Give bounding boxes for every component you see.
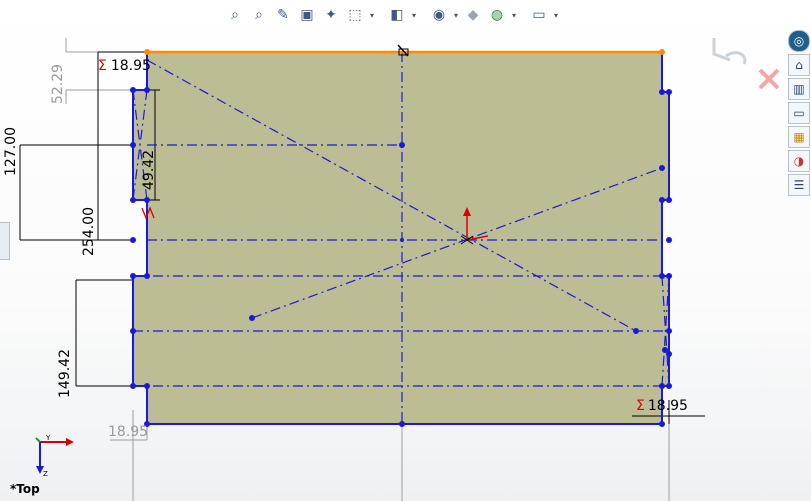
graphics-area[interactable]: Σ 18.95 52.29 127.00 49.42 254.00 149.42 … bbox=[0, 0, 811, 501]
confirmation-corner bbox=[708, 34, 784, 94]
dimension-14942[interactable]: 149.42 bbox=[57, 349, 73, 398]
view-palette-icon[interactable]: ▦ bbox=[788, 126, 810, 148]
chevron-down-icon[interactable]: ▾ bbox=[452, 11, 460, 20]
triad-y-label: Y bbox=[45, 434, 51, 442]
dimension-127[interactable]: 127.00 bbox=[3, 127, 19, 176]
design-library-icon[interactable]: ▥ bbox=[788, 78, 810, 100]
sigma-icon: Σ bbox=[98, 58, 107, 74]
chevron-down-icon[interactable]: ▾ bbox=[552, 11, 560, 20]
edit-appearance-icon[interactable]: ◆ bbox=[462, 4, 484, 26]
dimension-value[interactable]: 18.95 bbox=[111, 58, 151, 74]
dimension-width-top[interactable]: Σ 18.95 bbox=[98, 58, 151, 74]
solidworks-resources-icon[interactable]: ◎ bbox=[788, 30, 810, 52]
triad-z-label: Z bbox=[43, 470, 48, 478]
display-style-icon[interactable]: ◧ bbox=[386, 4, 408, 26]
chevron-down-icon[interactable]: ▾ bbox=[368, 11, 376, 20]
heads-up-view-toolbar: ⌕ ⌕ ✎ ▣ ✦ ⬚ ▾ ◧ ▾ ◉ ▾ ◆ ◍ ▾ ▭ ▾ bbox=[224, 2, 584, 28]
view-settings-icon[interactable]: ▭ bbox=[528, 4, 550, 26]
view-orientation-icon[interactable]: ⬚ bbox=[344, 4, 366, 26]
zoom-to-area-icon[interactable]: ⌕ bbox=[248, 4, 270, 26]
chevron-down-icon[interactable]: ▾ bbox=[510, 11, 518, 20]
home-icon[interactable]: ⌂ bbox=[788, 54, 810, 76]
chevron-down-icon[interactable]: ▾ bbox=[410, 11, 418, 20]
view-orientation-label: *Top bbox=[10, 482, 40, 496]
sigma-icon: Σ bbox=[636, 398, 645, 414]
zoom-to-fit-icon[interactable]: ⌕ bbox=[224, 4, 246, 26]
task-pane: ◎ ⌂ ▥ ▭ ▦ ◑ ☰ bbox=[788, 30, 810, 200]
dynamic-annotation-icon[interactable]: ✦ bbox=[320, 4, 342, 26]
dimension-bottom-ref[interactable]: 18.95 bbox=[108, 424, 148, 440]
custom-properties-icon[interactable]: ☰ bbox=[788, 174, 810, 196]
exit-sketch-icon[interactable] bbox=[712, 38, 747, 65]
dimension-254[interactable]: 254.00 bbox=[81, 207, 97, 256]
cancel-sketch-icon[interactable] bbox=[758, 68, 780, 90]
reference-triad-icon: Y Z bbox=[35, 434, 74, 478]
dimension-4942[interactable]: 49.42 bbox=[141, 150, 157, 190]
dimension-value[interactable]: 18.95 bbox=[648, 398, 688, 414]
apply-scene-icon[interactable]: ◍ bbox=[486, 4, 508, 26]
section-view-icon[interactable]: ▣ bbox=[296, 4, 318, 26]
file-explorer-icon[interactable]: ▭ bbox=[788, 102, 810, 124]
sketch-profile-fill[interactable] bbox=[133, 52, 669, 424]
dimension-width-bottom[interactable]: Σ 18.95 bbox=[636, 398, 688, 414]
appearances-icon[interactable]: ◑ bbox=[788, 150, 810, 172]
hide-show-items-icon[interactable]: ◉ bbox=[428, 4, 450, 26]
previous-view-icon[interactable]: ✎ bbox=[272, 4, 294, 26]
feature-manager-toggle[interactable] bbox=[0, 222, 10, 260]
dimension-top-offset[interactable]: 52.29 bbox=[50, 64, 66, 104]
